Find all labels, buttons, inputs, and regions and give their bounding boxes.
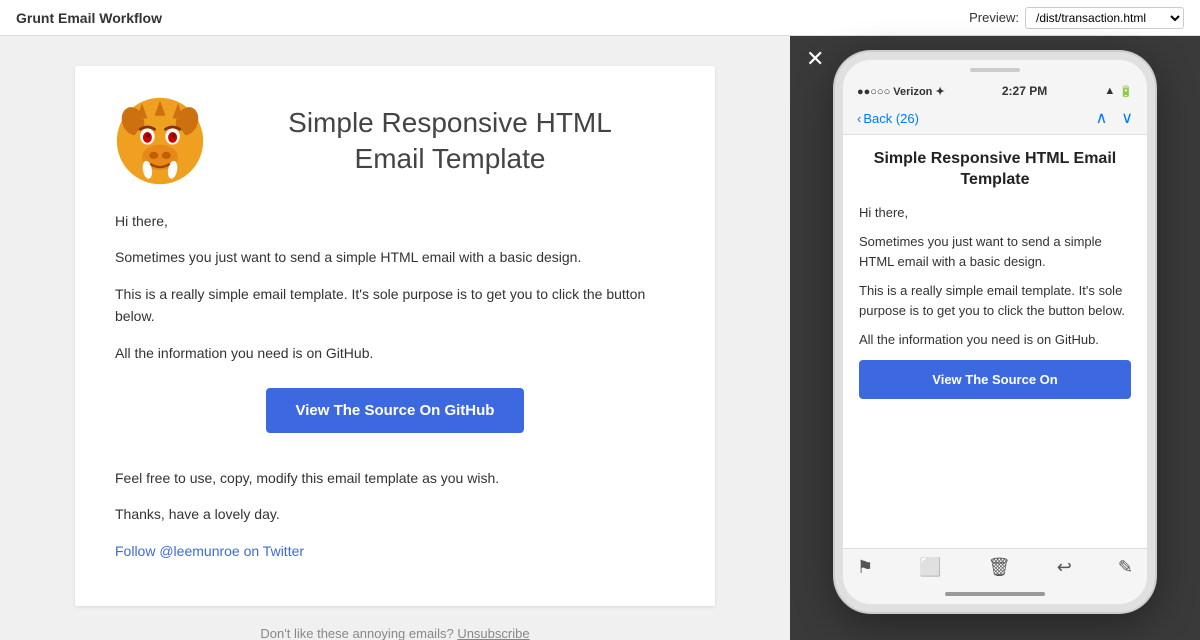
top-bar: Grunt Email Workflow Preview: /dist/tran…	[0, 0, 1200, 36]
email-card: Simple Responsive HTML Email Template Hi…	[75, 66, 715, 606]
nav-down-icon[interactable]: ∨	[1121, 108, 1133, 128]
preview-label: Preview:	[969, 10, 1019, 25]
phone-email-body: Hi there, Sometimes you just want to sen…	[859, 203, 1131, 350]
phone-para3: All the information you need is on GitHu…	[859, 330, 1131, 350]
phone-status-bar: ●●○○○ Verizon ✦ 2:27 PM ▲ 🔋	[843, 76, 1147, 102]
folder-icon[interactable]: ⬜	[919, 557, 941, 578]
right-panel: ✕ ●●○○○ Verizon ✦ 2:27 PM ▲ 🔋 ‹	[790, 36, 1200, 640]
home-indicator[interactable]	[945, 592, 1045, 596]
email-para5: Thanks, have a lovely day.	[115, 503, 675, 525]
phone-para2: This is a really simple email template. …	[859, 281, 1131, 320]
phone-cta-wrapper: View The Source On	[859, 360, 1131, 399]
phone-cta-button[interactable]: View The Source On	[859, 360, 1131, 399]
flag-icon[interactable]: ⚑	[857, 557, 873, 578]
phone-signal: ▲ 🔋	[1104, 85, 1133, 98]
phone-email-content: Simple Responsive HTML Email Template Hi…	[843, 135, 1147, 548]
email-para2: This is a really simple email template. …	[115, 283, 675, 328]
close-button[interactable]: ✕	[806, 48, 824, 70]
cta-wrapper: View The Source On GitHub	[115, 378, 675, 453]
boar-logo	[115, 96, 205, 186]
nav-up-icon[interactable]: ∧	[1096, 108, 1108, 128]
unsubscribe-link[interactable]: Unsubscribe	[457, 626, 529, 640]
cta-button[interactable]: View The Source On GitHub	[266, 388, 525, 433]
left-panel: Simple Responsive HTML Email Template Hi…	[0, 36, 790, 640]
reply-icon[interactable]: ↩	[1057, 557, 1072, 578]
email-body: Hi there, Sometimes you just want to sen…	[115, 210, 675, 562]
phone-mockup: ●●○○○ Verizon ✦ 2:27 PM ▲ 🔋 ‹ Back (26) …	[835, 52, 1155, 612]
main-layout: Simple Responsive HTML Email Template Hi…	[0, 36, 1200, 640]
preview-dropdown[interactable]: /dist/transaction.html	[1025, 7, 1184, 29]
preview-selector: Preview: /dist/transaction.html	[969, 7, 1184, 29]
email-para4: Feel free to use, copy, modify this emai…	[115, 467, 675, 489]
email-title: Simple Responsive HTML Email Template	[225, 105, 675, 178]
phone-bottom-bar: ⚑ ⬜ 🗑 ↩ ✎	[843, 548, 1147, 586]
phone-time: 2:27 PM	[1002, 84, 1047, 98]
phone-nav-arrows: ∧ ∨	[1096, 108, 1133, 128]
compose-icon[interactable]: ✎	[1118, 557, 1133, 578]
email-greeting: Hi there,	[115, 210, 675, 232]
app-title: Grunt Email Workflow	[16, 10, 162, 26]
email-para1: Sometimes you just want to send a simple…	[115, 246, 675, 268]
phone-para1: Sometimes you just want to send a simple…	[859, 232, 1131, 271]
phone-back-button[interactable]: ‹ Back (26)	[857, 111, 919, 126]
phone-greeting: Hi there,	[859, 203, 1131, 223]
trash-icon[interactable]: 🗑	[988, 557, 1011, 578]
phone-speaker	[970, 68, 1020, 72]
phone-email-title: Simple Responsive HTML Email Template	[859, 149, 1131, 191]
phone-nav-bar: ‹ Back (26) ∧ ∨	[843, 102, 1147, 135]
email-footer: Don't like these annoying emails? Unsubs…	[260, 626, 529, 640]
twitter-link[interactable]: Follow @leemunroe on Twitter	[115, 543, 304, 559]
email-header: Simple Responsive HTML Email Template	[115, 96, 675, 186]
email-para3: All the information you need is on GitHu…	[115, 342, 675, 364]
carrier-info: ●●○○○ Verizon ✦	[857, 85, 945, 98]
